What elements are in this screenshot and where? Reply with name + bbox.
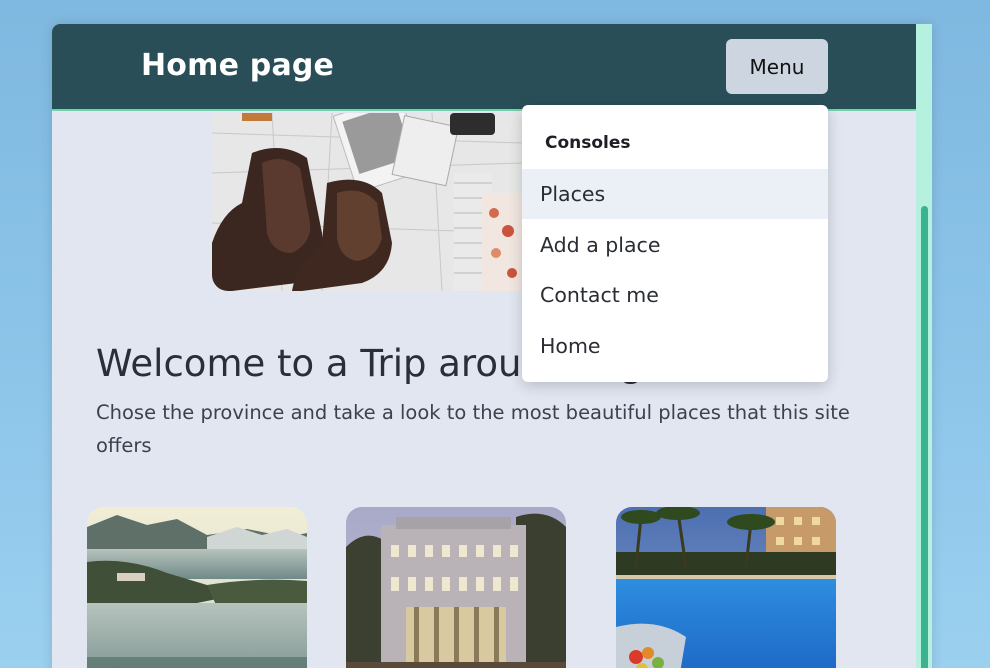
- place-card-pool[interactable]: [616, 507, 836, 668]
- dropdown-item-places[interactable]: Places: [522, 169, 828, 219]
- scrollbar[interactable]: [916, 24, 932, 668]
- dropdown-item-home[interactable]: Home: [522, 321, 828, 371]
- place-card-lake[interactable]: [87, 507, 307, 668]
- dropdown-item-add-place[interactable]: Add a place: [522, 220, 828, 270]
- top-navbar: Home page Menu: [52, 24, 916, 111]
- menu-button[interactable]: Menu: [726, 39, 828, 94]
- hero-image: [212, 113, 522, 291]
- welcome-subtitle: Chose the province and take a look to th…: [96, 401, 850, 457]
- place-card-palace[interactable]: [346, 507, 566, 668]
- scrollbar-thumb[interactable]: [921, 206, 928, 668]
- nav-dropdown-menu: Consoles Places Add a place Contact me H…: [522, 105, 828, 382]
- dropdown-header: Consoles: [545, 133, 631, 153]
- page-title: Home page: [141, 48, 335, 83]
- dropdown-item-contact[interactable]: Contact me: [522, 270, 828, 320]
